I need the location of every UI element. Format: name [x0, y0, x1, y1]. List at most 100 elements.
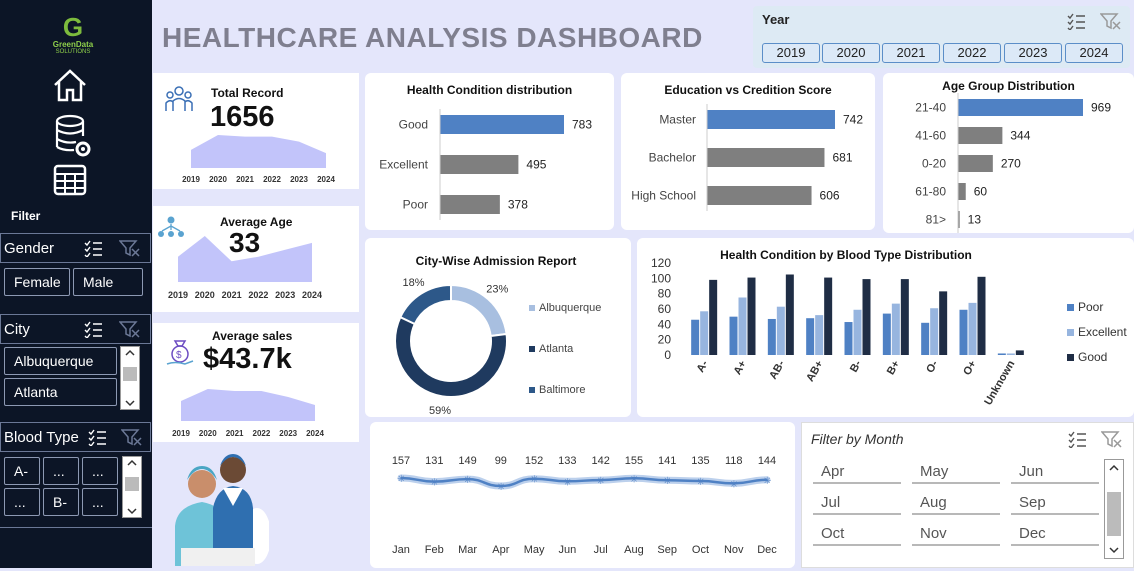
point-marker: ✳: [696, 477, 704, 488]
x-tick-label: Sep: [657, 544, 677, 556]
year-button[interactable]: 2024: [1065, 43, 1123, 63]
category-label: 21-40: [915, 101, 946, 115]
month-button[interactable]: Oct: [813, 522, 901, 546]
scroll-thumb[interactable]: [1107, 492, 1121, 536]
point-marker: ✳: [530, 475, 538, 486]
table-icon[interactable]: [52, 163, 88, 202]
year-button[interactable]: 2020: [822, 43, 880, 63]
scroll-up-icon[interactable]: [125, 349, 135, 357]
city-slicer-header: City: [0, 314, 151, 344]
slice-label: 59%: [429, 405, 451, 417]
scroll-up-icon[interactable]: [127, 459, 137, 467]
scroll-up-icon[interactable]: [1109, 464, 1119, 472]
year-tick-label: 2021: [222, 290, 242, 300]
column-bar: [862, 279, 871, 355]
blood-chip[interactable]: ...: [82, 457, 118, 485]
blood-type-scrollbar[interactable]: [122, 456, 142, 518]
x-tick-label: Feb: [425, 544, 444, 556]
month-scrollbar[interactable]: [1104, 459, 1124, 559]
year-button[interactable]: 2023: [1004, 43, 1062, 63]
bar: [440, 195, 500, 214]
column-bar: [900, 279, 909, 355]
month-button[interactable]: Jul: [813, 491, 901, 515]
category-label: Master: [659, 113, 696, 127]
month-button[interactable]: Dec: [1011, 522, 1099, 546]
y-tick-label: 20: [658, 333, 672, 347]
multi-select-icon[interactable]: [1067, 430, 1087, 453]
scroll-down-icon[interactable]: [127, 507, 137, 515]
city-chip-atlanta[interactable]: Atlanta: [4, 378, 117, 406]
year-tick-label: 2024: [302, 290, 322, 300]
multi-select-icon[interactable]: [87, 428, 107, 451]
x-tick-label: B+: [885, 359, 903, 377]
year-tick-label: 2024: [306, 429, 324, 438]
clear-filter-icon[interactable]: [1099, 12, 1122, 35]
point-marker: ✳: [597, 476, 605, 487]
data-label: 118: [725, 455, 743, 467]
clear-filter-icon[interactable]: [1100, 430, 1123, 453]
scroll-down-icon[interactable]: [125, 399, 135, 407]
month-button[interactable]: Apr: [813, 460, 901, 484]
point-marker: ✳: [464, 475, 472, 486]
data-label: 681: [832, 151, 852, 165]
scroll-thumb[interactable]: [125, 477, 139, 491]
month-button[interactable]: Sep: [1011, 491, 1099, 515]
column-bar: [729, 316, 738, 355]
x-tick-label: Apr: [492, 544, 509, 556]
kpi-average-sales-card: $ Average sales $43.7k 2019 2020 2021 2022 2…: [153, 323, 359, 442]
blood-type-slicer-header: Blood Type: [0, 422, 151, 452]
month-button[interactable]: Nov: [912, 522, 1000, 546]
year-tick-label: 2020: [209, 175, 227, 184]
month-button[interactable]: May: [912, 460, 1000, 484]
city-chip-albuquerque[interactable]: Albuquerque: [4, 347, 117, 375]
month-button[interactable]: Aug: [912, 491, 1000, 515]
year-button[interactable]: 2021: [882, 43, 940, 63]
clear-filter-icon[interactable]: [118, 239, 141, 262]
gender-chip-female[interactable]: Female: [4, 268, 70, 296]
scroll-thumb[interactable]: [123, 367, 137, 381]
column-bar: [767, 318, 776, 355]
city-slicer-label: City: [4, 321, 30, 338]
education-chart-card: Education vs Credition Score Master 742 Ba…: [621, 73, 875, 230]
category-label: 0-20: [922, 157, 946, 171]
data-label: 969: [1091, 101, 1111, 115]
blood-chip[interactable]: A-: [4, 457, 40, 485]
x-tick-label: Jun: [558, 544, 576, 556]
blood-chip[interactable]: ...: [82, 488, 118, 516]
year-button[interactable]: 2022: [943, 43, 1001, 63]
category-label: Good: [399, 118, 428, 132]
legend-label: Atlanta: [539, 343, 574, 355]
data-label: 60: [974, 185, 988, 199]
data-label: 378: [508, 198, 528, 212]
year-slicer-label: Year: [762, 12, 790, 27]
multi-select-icon[interactable]: [83, 320, 103, 343]
blood-chip[interactable]: ...: [4, 488, 40, 516]
point-marker: ✳: [730, 479, 738, 490]
clear-filter-icon[interactable]: [118, 320, 141, 343]
data-label: 157: [392, 455, 410, 467]
month-button[interactable]: Jun: [1011, 460, 1099, 484]
year-button[interactable]: 2019: [762, 43, 820, 63]
scroll-down-icon[interactable]: [1109, 546, 1119, 554]
blood-chip[interactable]: B-: [43, 488, 79, 516]
year-tick-label: 2019: [172, 429, 190, 438]
city-scrollbar[interactable]: [120, 346, 140, 410]
multi-select-icon[interactable]: [83, 239, 103, 262]
year-tick-label: 2021: [236, 175, 254, 184]
age-group-bar-chart: 21-40 969 41-60 344 0-20 270 61-80 60 81> 13: [915, 93, 1111, 233]
column-bar: [824, 277, 833, 355]
sparkline-area: [191, 135, 326, 168]
sparkline-average-age: 2019 2020 2021 2022 2023 2024: [168, 236, 322, 300]
database-settings-icon[interactable]: [54, 114, 94, 163]
clear-filter-icon[interactable]: [120, 428, 143, 451]
multi-select-icon[interactable]: [1066, 12, 1086, 35]
home-icon[interactable]: [52, 68, 88, 107]
column-bar: [977, 276, 986, 355]
data-label: 344: [1010, 129, 1030, 143]
blood-chip[interactable]: ...: [43, 457, 79, 485]
bar: [958, 183, 966, 200]
blood-type-chart-card: Health Condition by Blood Type Distribut…: [637, 238, 1134, 417]
category-label: 41-60: [915, 129, 946, 143]
column-bar: [844, 322, 853, 355]
gender-chip-male[interactable]: Male: [73, 268, 143, 296]
